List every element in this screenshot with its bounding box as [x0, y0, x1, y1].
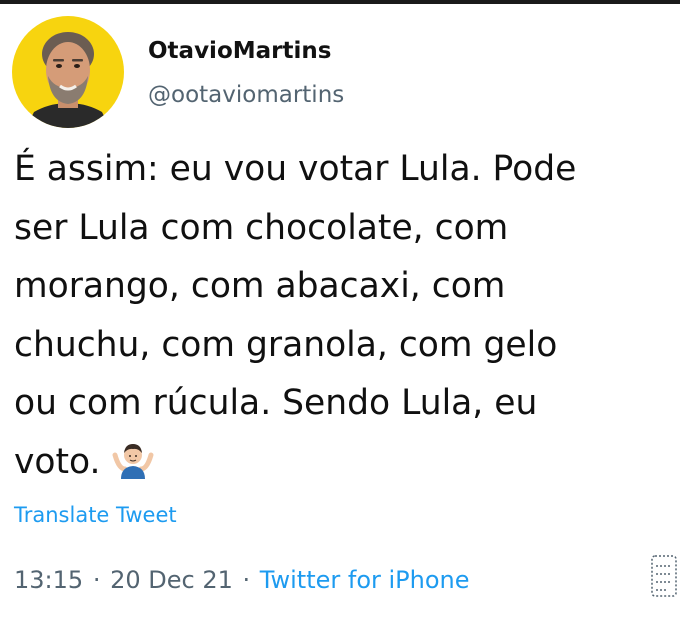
tweet-line: ou com rúcula. Sendo Lula, eu: [14, 383, 538, 423]
translate-tweet-link[interactable]: Translate Tweet: [14, 503, 177, 527]
separator-dot: ·: [92, 566, 101, 594]
tweet-line: chuchu, com granola, com gelo: [14, 324, 558, 365]
avatar-photo: [26, 32, 110, 128]
tweet-line: morango, com abacaxi, com: [14, 266, 506, 306]
tweet-metadata: 13:15 · 20 Dec 21 · Twitter for iPhone: [14, 566, 470, 594]
tweet-line: voto.: [14, 441, 101, 482]
tweet-line: ser Lula com chocolate, com: [14, 207, 509, 248]
author-name[interactable]: OtavioMartins: [148, 38, 331, 64]
analytics-icon[interactable]: [648, 554, 680, 598]
tweet-time[interactable]: 13:15: [14, 566, 83, 594]
tweet-line: É assim: eu vou votar Lula. Pode: [14, 149, 577, 189]
tweet-text: É assim: eu vou votar Lula. Pode ser Lul…: [14, 140, 674, 497]
person-shrugging-icon: [111, 439, 155, 498]
tweet-card: OtavioMartins @ootaviomartins É assim: e…: [0, 4, 680, 629]
avatar[interactable]: [12, 16, 124, 128]
tweet-date[interactable]: 20 Dec 21: [110, 566, 233, 594]
separator-dot: ·: [242, 566, 251, 594]
tweet-source-link[interactable]: Twitter for iPhone: [260, 566, 470, 594]
author-handle[interactable]: @ootaviomartins: [148, 82, 344, 108]
tweet-last-line: voto.: [14, 433, 674, 498]
